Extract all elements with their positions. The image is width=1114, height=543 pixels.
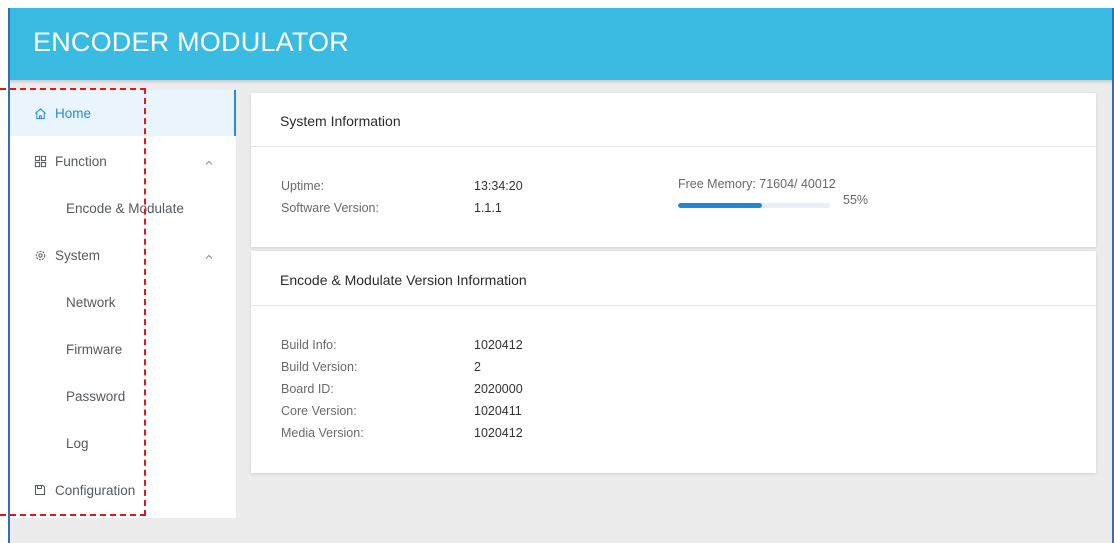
- app-header: ENCODER MODULATOR: [9, 8, 1114, 80]
- build-version-label: Build Version:: [281, 360, 358, 374]
- sidebar-item-label: Log: [66, 435, 89, 451]
- build-info-value: 1020412: [474, 338, 523, 352]
- sidebar-item-configuration[interactable]: Configuration: [9, 467, 236, 513]
- gear-icon: [33, 248, 47, 262]
- media-version-value: 1020412: [474, 426, 523, 440]
- chevron-up-icon: [204, 156, 214, 166]
- sidebar-item-function[interactable]: Function: [9, 138, 236, 184]
- sidebar-item-log[interactable]: Log: [9, 420, 236, 466]
- board-id-label: Board ID:: [281, 382, 334, 396]
- app-title: ENCODER MODULATOR: [33, 27, 349, 57]
- sidebar-item-system[interactable]: System: [9, 232, 236, 278]
- software-version-value: 1.1.1: [474, 201, 502, 215]
- grid-icon: [33, 154, 47, 168]
- sidebar-item-label: Home: [55, 105, 92, 121]
- window-frame-left: [8, 8, 10, 543]
- card-divider: [251, 305, 1096, 306]
- sidebar-item-password[interactable]: Password: [9, 373, 236, 419]
- sidebar-item-label: Firmware: [66, 341, 123, 357]
- memory-percent: 55%: [843, 193, 869, 207]
- sidebar-item-label: Password: [66, 388, 126, 404]
- sidebar-item-label: Configuration: [55, 482, 136, 498]
- core-version-label: Core Version:: [281, 404, 357, 418]
- free-memory-label: Free Memory: 71604/ 40012: [678, 177, 836, 191]
- save-icon: [33, 483, 47, 497]
- memory-progress-bar: [678, 203, 830, 208]
- sidebar-item-label: System: [55, 247, 101, 263]
- media-version-label: Media Version:: [281, 426, 364, 440]
- sidebar-item-label: Function: [55, 153, 107, 169]
- uptime-label: Uptime:: [281, 179, 325, 193]
- build-version-value: 2: [474, 360, 481, 374]
- sidebar-item-network[interactable]: Network: [9, 279, 236, 325]
- software-version-label: Software Version:: [281, 201, 379, 215]
- sidebar-item-home[interactable]: Home: [9, 90, 236, 136]
- sidebar-item-label: Network: [66, 294, 116, 310]
- sidebar-item-label: Encode & Modulate: [66, 200, 184, 216]
- core-version-value: 1020411: [474, 404, 522, 418]
- app-window: ENCODER MODULATOR Home Function Encode &…: [9, 8, 1114, 543]
- home-icon: [33, 106, 47, 120]
- card-title: Encode & Modulate Version Information: [280, 272, 527, 288]
- chevron-up-icon: [204, 250, 214, 260]
- system-information-card: System Information Uptime: 13:34:20 Soft…: [251, 93, 1096, 247]
- board-id-value: 2020000: [474, 382, 523, 396]
- memory-progress-fill: [678, 203, 762, 208]
- sidebar-item-firmware[interactable]: Firmware: [9, 326, 236, 372]
- sidebar: Home Function Encode & Modulate System N: [9, 90, 236, 518]
- uptime-value: 13:34:20: [474, 179, 523, 193]
- card-title: System Information: [280, 113, 401, 129]
- version-information-card: Encode & Modulate Version Information Bu…: [251, 251, 1096, 473]
- sidebar-item-encode-modulate[interactable]: Encode & Modulate: [9, 185, 236, 231]
- build-info-label: Build Info:: [281, 338, 337, 352]
- card-divider: [251, 146, 1096, 147]
